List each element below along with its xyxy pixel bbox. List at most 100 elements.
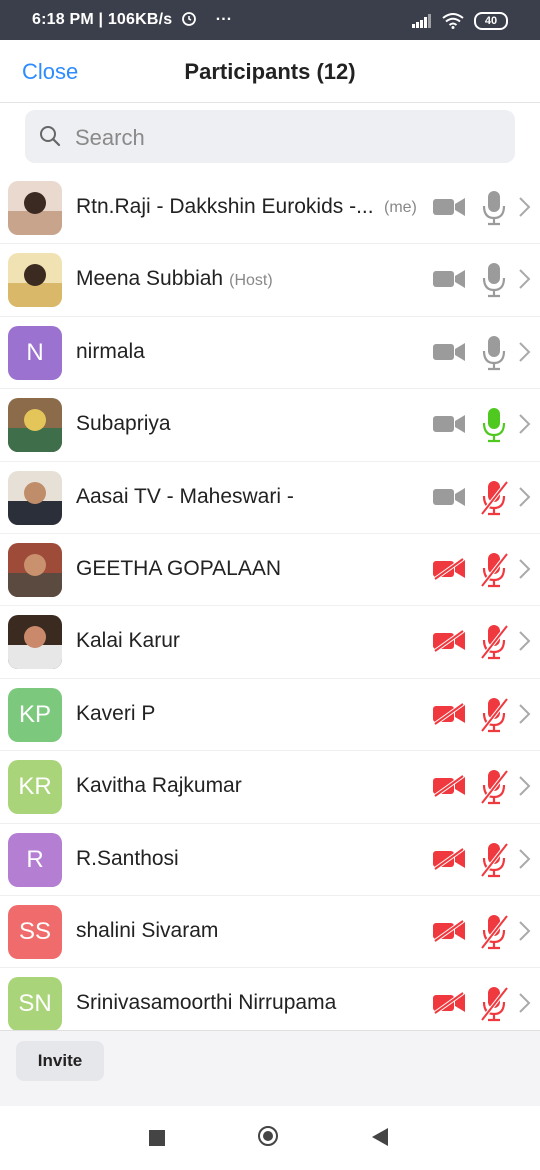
chevron-right-icon[interactable] [518,558,532,585]
microphone-icon [480,335,508,376]
participant-name-text: GEETHA GOPALAAN [76,556,282,580]
participant-name-text: Meena Subbiah [76,267,224,291]
participant-row[interactable]: Meena Subbiah (Host) [0,244,540,317]
status-more-icon: ··· [215,11,233,28]
microphone-icon [480,407,508,448]
participant-name: nirmala [76,340,145,364]
video-camera-off-icon [432,557,466,585]
page-title: Participants (12) [184,59,356,84]
role-tag: (Host) [229,272,273,290]
participant-name: Kavitha Rajkumar [76,774,242,798]
status-time-info: 6:18 PM | 106KB/s ··· [32,11,233,28]
participant-name-text: nirmala [76,339,145,363]
chevron-right-icon[interactable] [518,775,532,802]
microphone-off-icon [480,552,509,593]
participant-name-text: Kavitha Rajkumar [76,774,242,798]
alarm-icon [182,12,196,26]
avatar [8,181,62,235]
participant-name-text: Subapriya [76,412,171,436]
avatar: SS [8,904,62,959]
participant-name: Kalai Karur [76,629,180,653]
participant-row[interactable]: Subapriya [0,389,540,462]
participant-name: Kaveri P [76,702,155,726]
video-camera-icon [432,268,466,295]
participant-name: Srinivasamoorthi Nirrupama [76,991,336,1015]
search-input[interactable] [73,110,497,165]
chevron-right-icon[interactable] [518,486,532,513]
participant-row[interactable]: Kalai Karur [0,606,540,679]
home-icon[interactable] [258,1126,278,1146]
chevron-right-icon[interactable] [518,630,532,657]
chevron-right-icon[interactable] [518,341,532,368]
recents-icon[interactable] [149,1130,165,1146]
video-camera-off-icon [432,774,466,802]
video-camera-icon [432,413,466,440]
video-camera-off-icon [432,629,466,657]
status-indicators: 40 [412,10,508,32]
microphone-off-icon [480,769,509,810]
chevron-right-icon[interactable] [518,703,532,730]
participant-row[interactable]: Aasai TV - Maheswari - [0,462,540,534]
participant-row[interactable]: Nnirmala [0,317,540,390]
participant-row[interactable]: SS shalini Sivaram [0,896,540,969]
chevron-right-icon[interactable] [518,268,532,295]
participant-name: Aasai TV - Maheswari - [76,485,294,509]
video-camera-icon [432,341,466,368]
participant-row[interactable]: KP Kaveri P [0,679,540,752]
participant-name-text: Rtn.Raji - Dakkshin Eurokids -... [76,195,374,218]
participant-row[interactable]: GEETHA GOPALAAN [0,534,540,607]
avatar [8,398,62,453]
microphone-icon [480,190,508,231]
participant-name: Meena Subbiah (Host) [76,267,273,291]
participant-name: GEETHA GOPALAAN [76,557,281,581]
me-tag: (me) [384,199,417,216]
video-camera-icon [432,486,466,513]
participant-name-text: shalini Sivaram [76,918,219,942]
microphone-off-icon [480,697,509,738]
participant-name-text: Kalai Karur [76,629,180,653]
microphone-off-icon [480,480,509,521]
participant-list[interactable]: Rtn.Raji - Dakkshin Eurokids -... (me) Mee… [0,172,540,1030]
participant-name: Subapriya [76,412,171,436]
participant-row[interactable]: Rtn.Raji - Dakkshin Eurokids -... (me) [0,172,540,245]
chevron-right-icon[interactable] [518,920,532,947]
chevron-right-icon[interactable] [518,196,532,223]
participant-row[interactable]: SN Srinivasamoorthi Nirrupama [0,968,540,1030]
participant-name-text: Srinivasamoorthi Nirrupama [76,991,337,1015]
microphone-off-icon [480,624,509,665]
avatar [8,615,62,670]
video-camera-off-icon [432,702,466,730]
avatar: N [8,325,62,380]
participant-name-text: Kaveri P [76,701,156,725]
video-camera-off-icon [432,991,466,1019]
avatar: R [8,832,62,887]
video-camera-off-icon [432,919,466,947]
video-camera-icon [432,196,466,223]
back-icon[interactable] [372,1128,388,1146]
search-icon [40,126,61,147]
chevron-right-icon[interactable] [518,992,532,1019]
invite-button[interactable]: Invite [16,1041,104,1081]
participant-name: R.Santhosi [76,847,179,871]
participant-name: shalini Sivaram [76,919,218,943]
participant-name-text: R.Santhosi [76,846,179,870]
participant-row[interactable]: R R.Santhosi [0,824,540,896]
participant-row[interactable]: KR Kavitha Rajkumar [0,751,540,824]
chevron-right-icon[interactable] [518,848,532,875]
avatar: SN [8,977,62,1030]
bottom-bar: Invite [0,1030,540,1107]
search-box[interactable] [25,110,515,165]
participant-name-text: Aasai TV - Maheswari - [76,484,294,508]
signal-icon [412,14,431,28]
system-nav-bar [0,1106,540,1170]
video-camera-off-icon [432,846,466,875]
microphone-off-icon [480,914,509,955]
battery-indicator: 40 [474,12,508,30]
microphone-off-icon [480,986,509,1027]
chevron-right-icon[interactable] [518,413,532,440]
avatar: KR [8,760,62,815]
participant-name: Rtn.Raji - Dakkshin Eurokids -... [76,195,374,219]
avatar [8,470,62,525]
status-bar: 6:18 PM | 106KB/s ··· 40 [0,0,540,40]
avatar [8,542,62,597]
